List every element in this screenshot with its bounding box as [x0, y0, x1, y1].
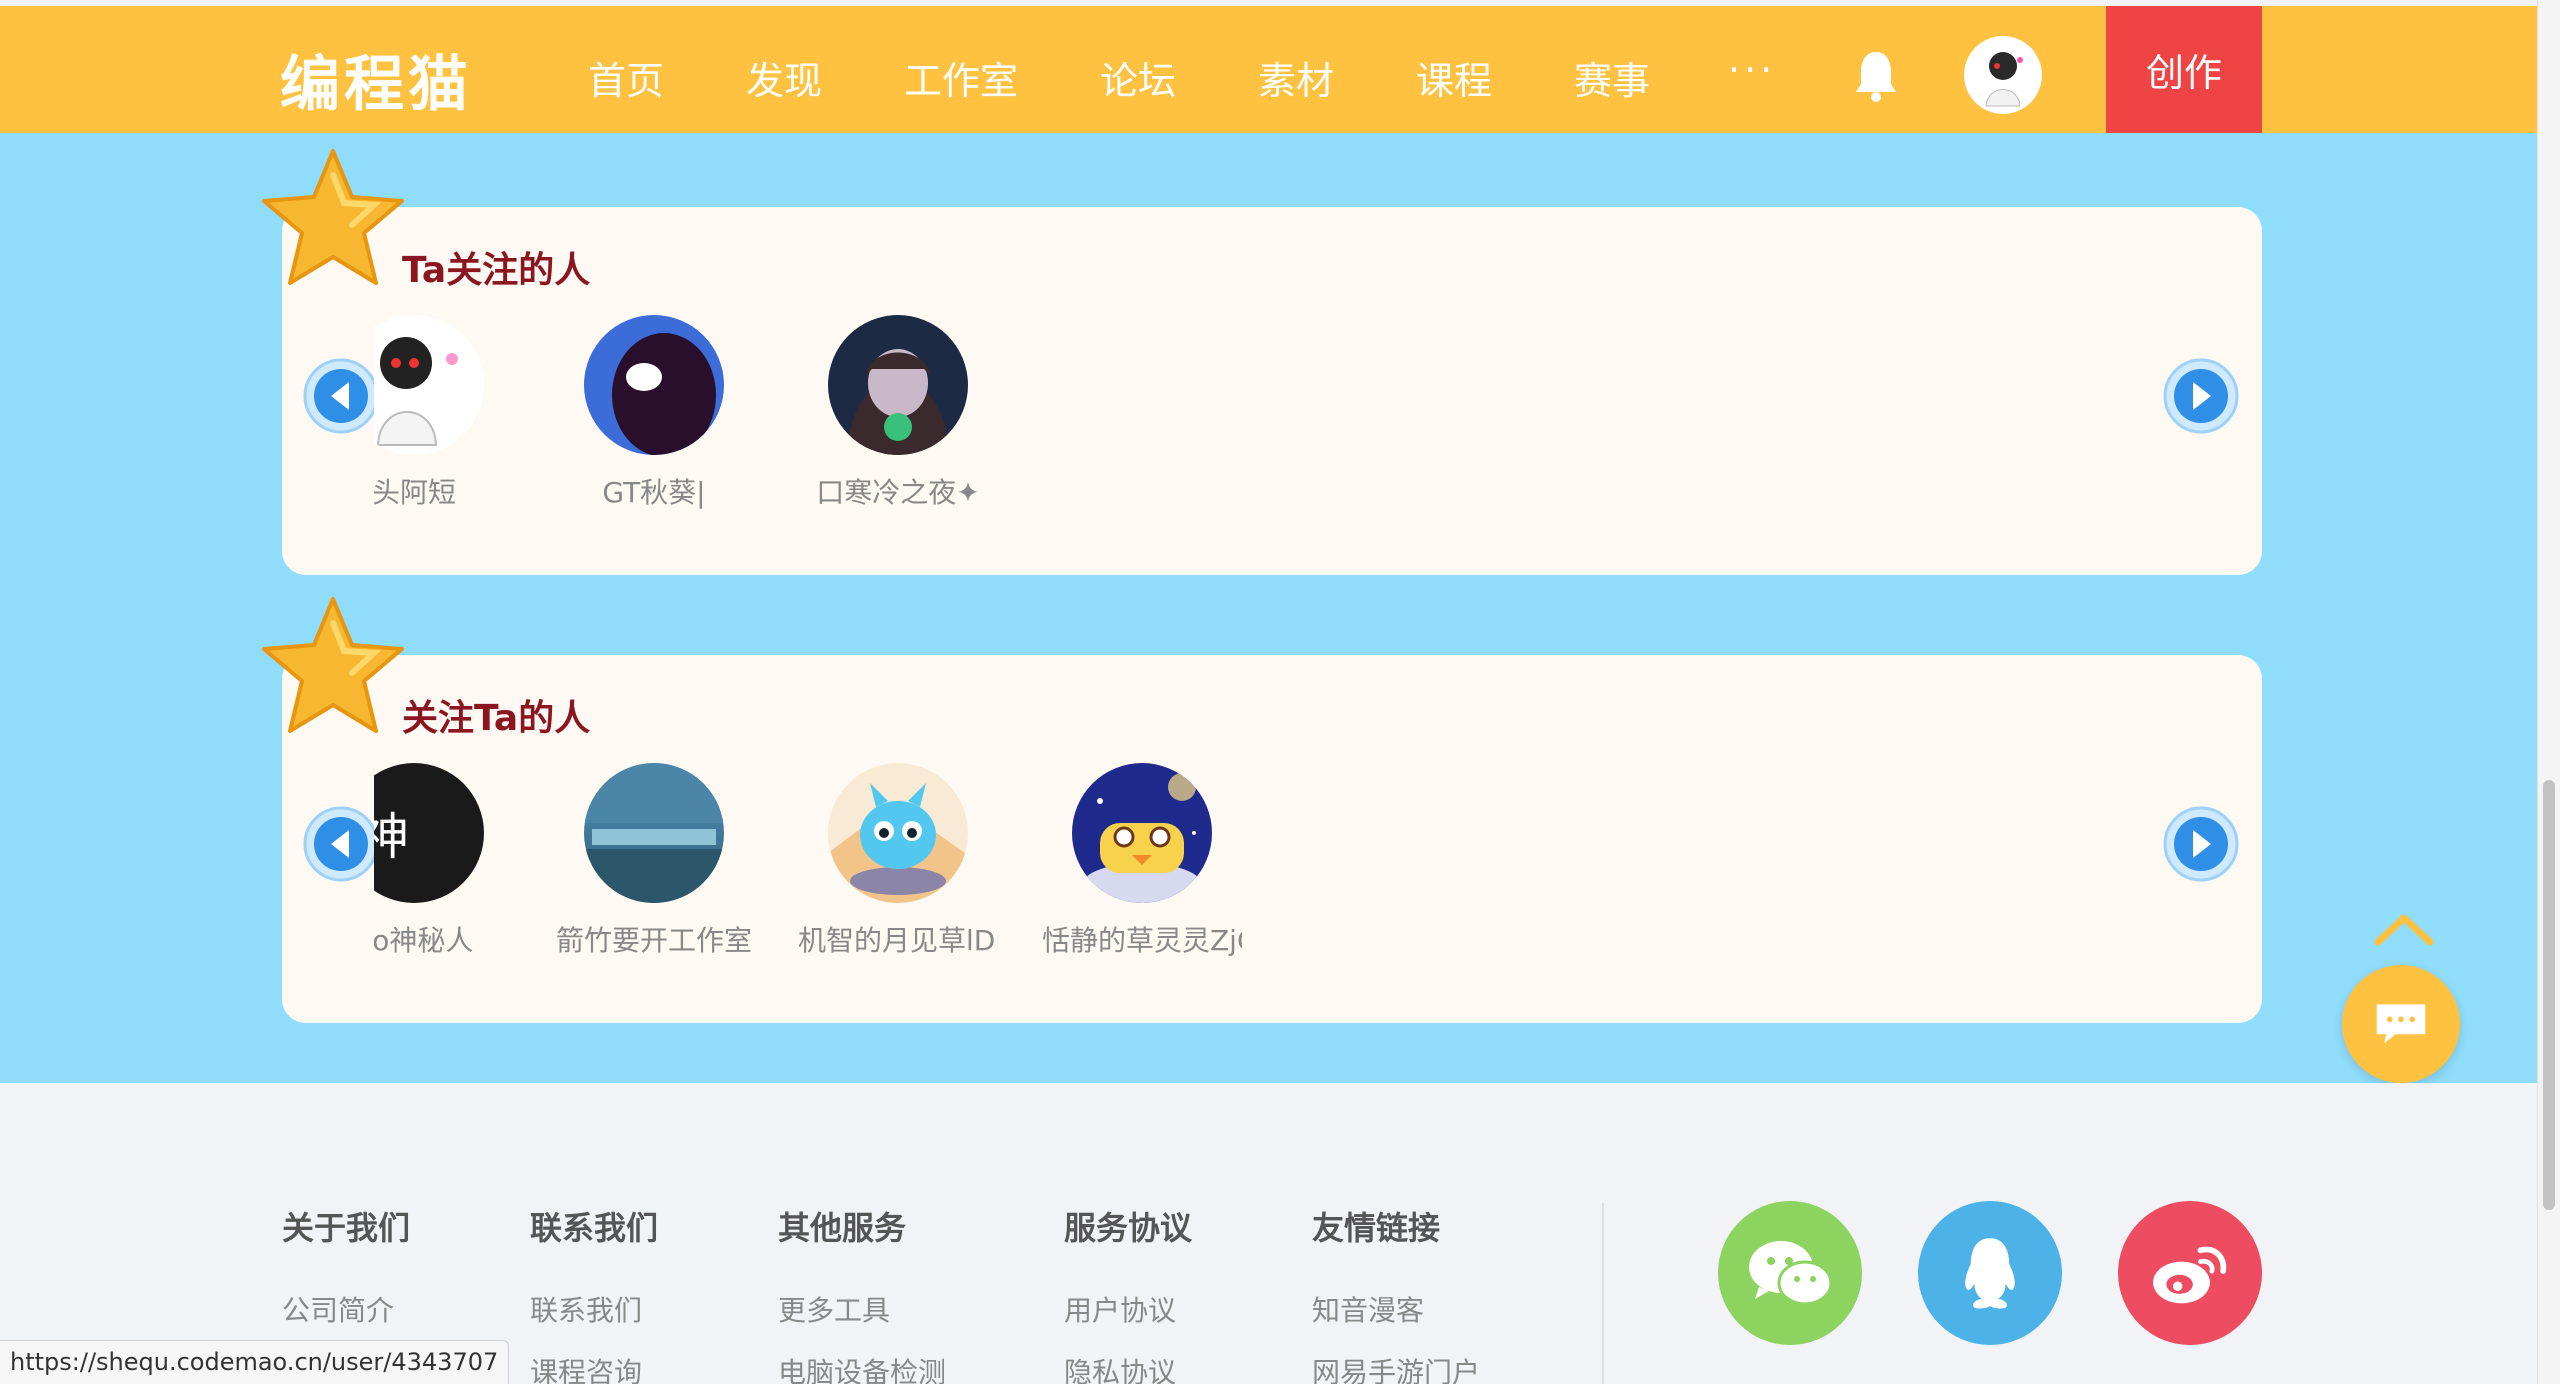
followers-list: 神 no神秘人 箭竹要开工作室 — [374, 763, 2074, 963]
footer-link[interactable]: 用户协议 — [1064, 1289, 1192, 1329]
following-user[interactable]: GT秋葵| — [554, 315, 754, 511]
following-user-name[interactable]: 口寒冷之夜✦ — [798, 471, 998, 511]
nav-materials[interactable]: 素材 — [1258, 50, 1334, 105]
following-panel: Ta关注的人 头阿短 GT秋葵| 口寒冷之夜✦ — [262, 149, 2262, 575]
footer-link[interactable]: 公司简介 — [282, 1289, 410, 1329]
nav-discover[interactable]: 发现 — [746, 50, 822, 105]
follower-user[interactable]: 恬静的草灵灵ZjC — [1042, 763, 1242, 959]
more-menu-icon[interactable]: ··· — [1728, 48, 1776, 92]
qq-icon — [1965, 1238, 2015, 1309]
footer-link[interactable]: 电脑设备检测 — [778, 1351, 946, 1384]
carousel-prev-icon[interactable] — [302, 357, 380, 435]
avatar-dark-blob-icon — [584, 315, 724, 455]
top-nav-bar: 编程猫 首页 发现 工作室 论坛 素材 课程 赛事 ··· 创作 — [0, 6, 2537, 133]
following-title: Ta关注的人 — [402, 250, 591, 291]
footer-divider — [1602, 1203, 1604, 1384]
footer-link[interactable]: 隐私协议 — [1064, 1351, 1192, 1384]
carousel-next-icon[interactable] — [2162, 357, 2240, 435]
following-user-name[interactable]: GT秋葵| — [554, 471, 754, 511]
footer-link[interactable]: 联系我们 — [530, 1289, 658, 1329]
follower-user-name[interactable]: 机智的月见草lDr — [798, 919, 998, 959]
weibo-button[interactable] — [2118, 1201, 2262, 1345]
avatar-shen-char-icon: 神 — [374, 763, 484, 903]
wechat-icon — [1749, 1241, 1833, 1306]
footer-link[interactable]: 网易手游门户 — [1312, 1351, 1480, 1384]
footer-heading: 关于我们 — [282, 1209, 411, 1247]
nav-forum[interactable]: 论坛 — [1100, 50, 1176, 105]
followers-title: 关注Ta的人 — [402, 698, 591, 739]
following-list: 头阿短 GT秋葵| 口寒冷之夜✦ — [374, 315, 2074, 515]
following-user[interactable]: 口寒冷之夜✦ — [798, 315, 998, 511]
follower-user-name[interactable]: 恬静的草灵灵ZjC — [1042, 919, 1242, 959]
nav-home[interactable]: 首页 — [588, 50, 664, 105]
chat-bubble-icon — [2376, 1004, 2426, 1044]
footer-col-agreements: 服务协议 用户协议 隐私协议 — [1064, 1203, 1192, 1384]
footer-heading: 联系我们 — [530, 1209, 659, 1247]
carousel-next-icon[interactable] — [2162, 805, 2240, 883]
wechat-button[interactable] — [1718, 1201, 1862, 1345]
weibo-icon — [2153, 1246, 2227, 1304]
follower-user-name[interactable]: 箭竹要开工作室 — [554, 919, 754, 959]
codemao-logo[interactable]: 编程猫 — [280, 36, 472, 123]
footer: 关于我们 公司简介 联系我们 联系我们 课程咨询 其他服务 更多工具 电脑设备检… — [0, 1083, 2537, 1384]
nav-courses[interactable]: 课程 — [1416, 50, 1492, 105]
follower-user-name[interactable]: no神秘人 — [374, 919, 514, 959]
following-user[interactable]: 头阿短 — [374, 315, 514, 511]
chat-button[interactable] — [2342, 965, 2460, 1083]
qq-button[interactable] — [1918, 1201, 2062, 1345]
nav-studio[interactable]: 工作室 — [904, 50, 1018, 105]
carousel-prev-icon[interactable] — [302, 805, 380, 883]
footer-heading: 其他服务 — [778, 1209, 907, 1247]
bell-icon[interactable] — [1853, 48, 1899, 102]
follower-user[interactable]: 箭竹要开工作室 — [554, 763, 754, 959]
create-button[interactable]: 创作 — [2106, 6, 2262, 133]
follower-user[interactable]: 神 no神秘人 — [374, 763, 514, 959]
user-avatar[interactable] — [1964, 36, 2042, 114]
star-icon — [262, 149, 404, 285]
scrollbar-thumb[interactable] — [2543, 780, 2555, 1210]
back-to-top-icon[interactable] — [2374, 910, 2434, 946]
main-content: Ta关注的人 头阿短 GT秋葵| 口寒冷之夜✦ 关注Ta的人 神 o神秘人 箭竹… — [0, 133, 2537, 1083]
footer-col-services: 其他服务 更多工具 电脑设备检测 — [778, 1203, 946, 1384]
nav-contests[interactable]: 赛事 — [1574, 50, 1650, 105]
following-user-name[interactable]: 头阿短 — [374, 471, 514, 511]
vertical-scrollbar[interactable] — [2537, 0, 2560, 1384]
status-bar-url: https://shequ.codemao.cn/user/4343707 — [0, 1340, 510, 1384]
footer-link[interactable]: 知音漫客 — [1312, 1289, 1480, 1329]
avatar-white-hood-icon — [1985, 52, 2023, 107]
avatar-anime-girl-icon — [828, 315, 968, 455]
footer-link[interactable]: 课程咨询 — [530, 1351, 658, 1384]
footer-col-about: 关于我们 公司简介 — [282, 1203, 410, 1329]
footer-heading: 服务协议 — [1064, 1209, 1193, 1247]
footer-heading: 友情链接 — [1312, 1209, 1441, 1247]
followers-panel: 关注Ta的人 神 no神秘人 — [262, 597, 2262, 1023]
avatar-blue-monster-icon — [828, 763, 968, 903]
footer-link[interactable]: 更多工具 — [778, 1289, 946, 1329]
star-icon — [262, 597, 404, 733]
footer-col-contact: 联系我们 联系我们 课程咨询 — [530, 1203, 658, 1384]
avatar-white-hood-icon — [374, 315, 484, 455]
avatar-yellow-ship-icon — [1072, 763, 1212, 903]
avatar-scenery-icon — [584, 763, 724, 903]
follower-user[interactable]: 机智的月见草lDr — [798, 763, 998, 959]
footer-col-friend-links: 友情链接 知音漫客 网易手游门户 — [1312, 1203, 1480, 1384]
